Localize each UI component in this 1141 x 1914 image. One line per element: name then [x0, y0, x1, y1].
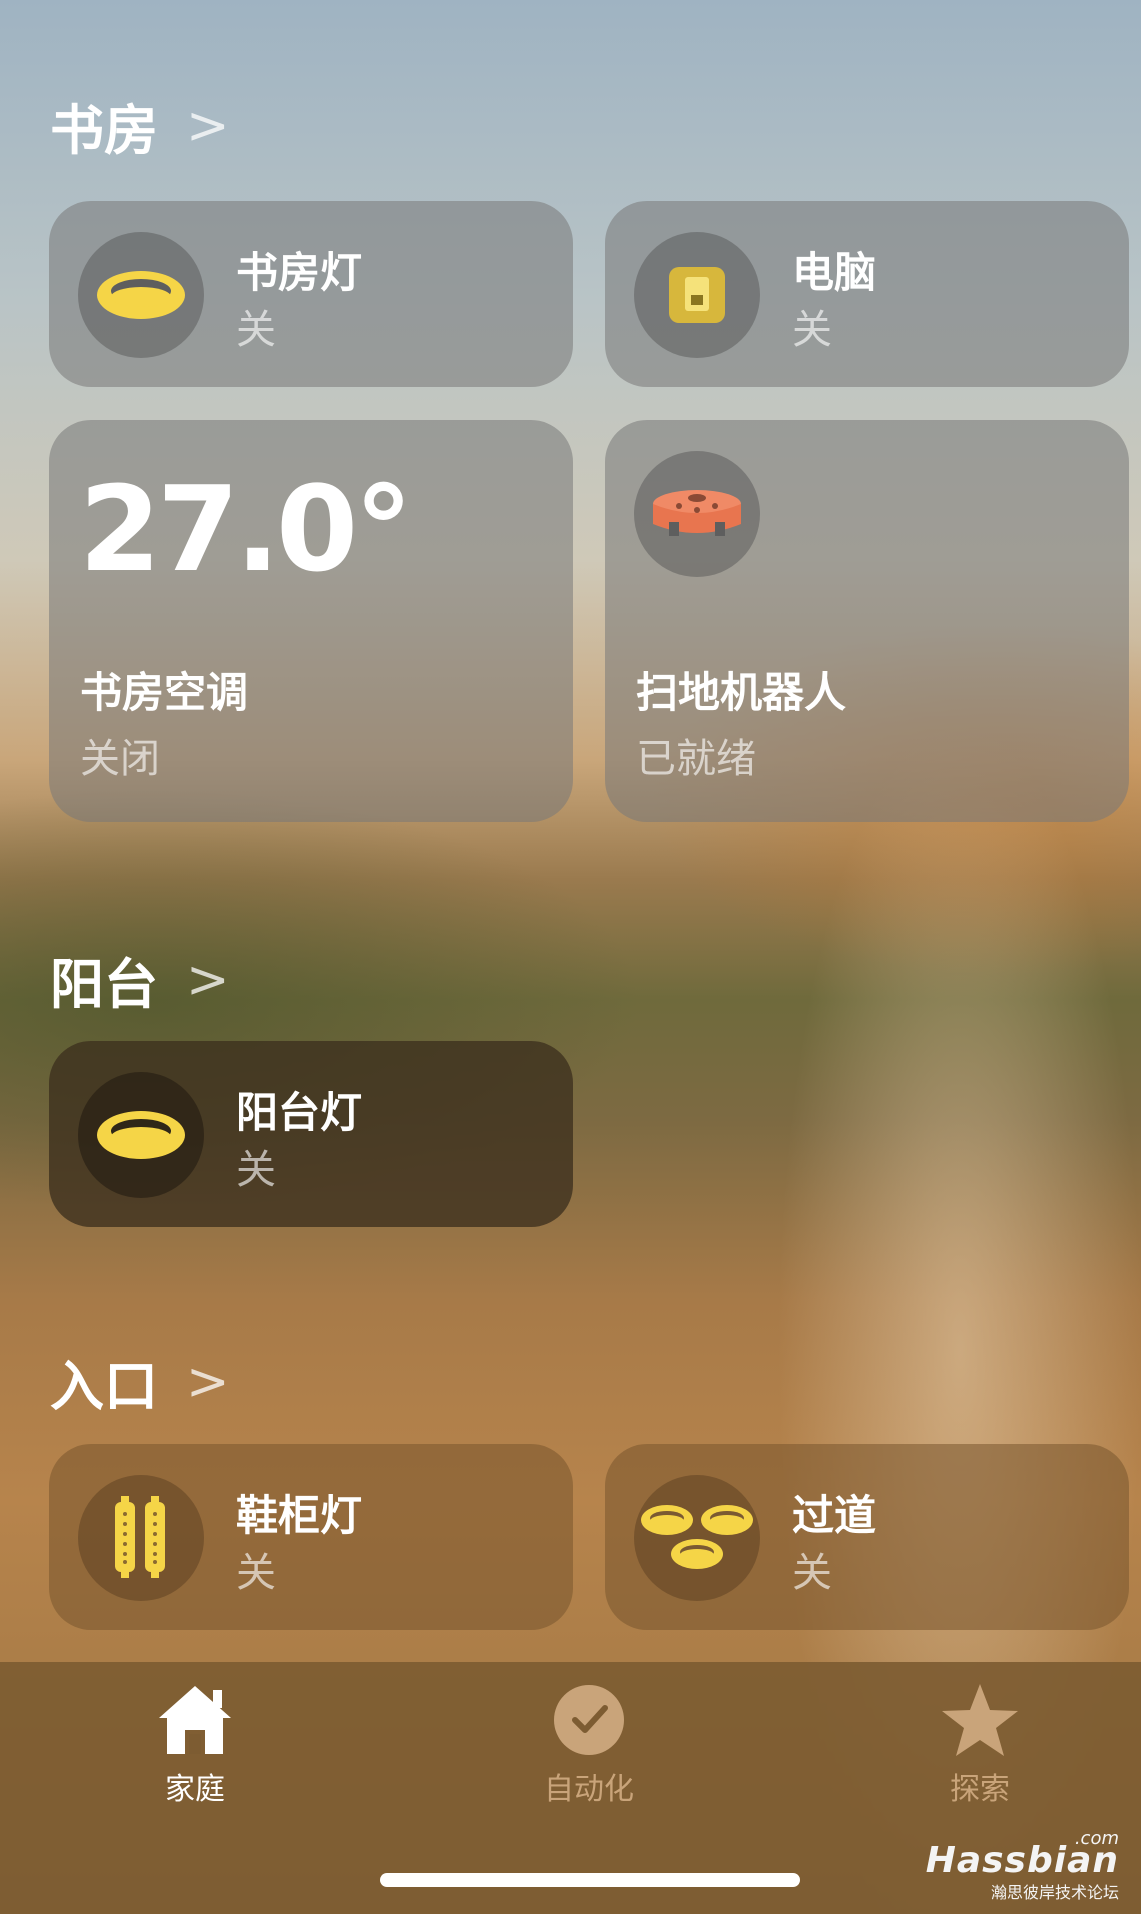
tile-name: 书房空调: [80, 668, 249, 717]
tab-label: 自动化: [544, 1772, 634, 1807]
home-indicator[interactable]: [380, 1873, 800, 1887]
tile-name: 书房灯: [236, 248, 363, 297]
accessory-tile-hallway[interactable]: 过道 关: [605, 1444, 1129, 1630]
section-title-text: 入口: [50, 1355, 158, 1418]
accessory-tile-robot-vacuum[interactable]: 扫地机器人 已就绪: [605, 420, 1129, 822]
tab-automation[interactable]: 自动化: [479, 1682, 699, 1808]
tile-name: 过道: [792, 1491, 877, 1540]
watermark-suffix: .com: [1074, 1828, 1119, 1849]
tile-status: 关闭: [80, 736, 160, 782]
watermark-subtitle: 瀚思彼岸技术论坛: [990, 1883, 1119, 1902]
tab-label: 探索: [950, 1772, 1010, 1807]
accessory-tile-computer[interactable]: 电脑 关: [605, 201, 1129, 387]
light-group-icon: [634, 1475, 760, 1601]
tab-home[interactable]: 家庭: [85, 1682, 305, 1808]
section-header-study[interactable]: 书房 >: [50, 86, 230, 165]
tab-discover[interactable]: 探索: [870, 1682, 1090, 1808]
section-header-balcony[interactable]: 阳台 >: [50, 940, 230, 1019]
ceiling-light-icon: [78, 232, 204, 358]
tab-label: 家庭: [165, 1772, 225, 1807]
section-header-entrance[interactable]: 入口 >: [50, 1342, 230, 1421]
temperature-value: 27.0°: [79, 460, 413, 598]
section-title-text: 阳台: [50, 953, 158, 1016]
accessory-tile-shoe-cabinet-light[interactable]: 鞋柜灯 关: [49, 1444, 573, 1630]
chevron-right-icon: >: [186, 1351, 230, 1412]
chevron-right-icon: >: [186, 949, 230, 1010]
tile-status: 关: [792, 1550, 832, 1596]
house-icon: [159, 1686, 231, 1754]
outlet-switch-icon: [634, 232, 760, 358]
star-icon: [942, 1684, 1018, 1756]
tile-status: 关: [236, 307, 276, 353]
tile-name: 电脑: [792, 248, 877, 297]
accessory-tile-study-light[interactable]: 书房灯 关: [49, 201, 573, 387]
tile-name: 扫地机器人: [636, 668, 847, 717]
ceiling-light-icon: [78, 1072, 204, 1198]
tile-status: 已就绪: [636, 736, 756, 782]
clock-check-icon: [554, 1685, 624, 1755]
tile-status: 关: [792, 307, 832, 353]
accessory-tile-balcony-light[interactable]: 阳台灯 关: [49, 1041, 573, 1227]
tile-status: 关: [236, 1147, 276, 1193]
strip-light-icon: [78, 1475, 204, 1601]
chevron-right-icon: >: [186, 95, 230, 156]
section-title-text: 书房: [50, 99, 158, 162]
robot-vacuum-icon: [634, 451, 760, 577]
tile-name: 阳台灯: [236, 1088, 363, 1137]
tile-name: 鞋柜灯: [236, 1491, 363, 1540]
accessory-tile-study-ac[interactable]: 27.0° 书房空调 关闭: [49, 420, 573, 822]
tile-status: 关: [236, 1550, 276, 1596]
watermark: .com Hassbian 瀚思彼岸技术论坛: [926, 1828, 1119, 1903]
